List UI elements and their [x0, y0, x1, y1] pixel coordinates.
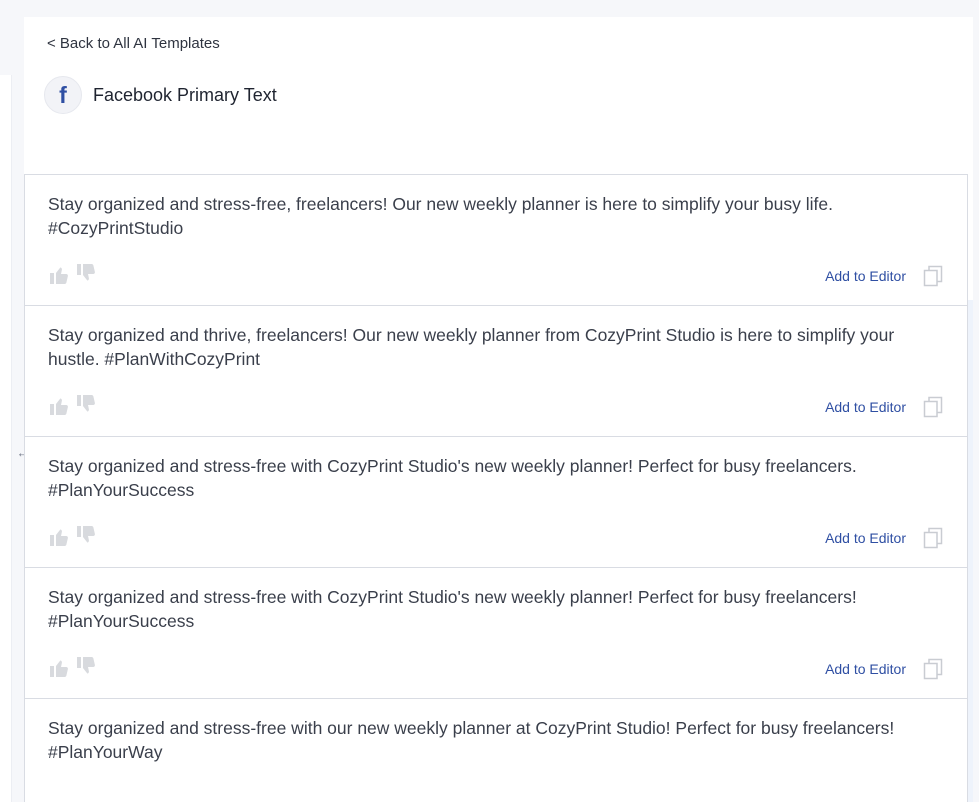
result-card: Stay organized and stress-free, freelanc… — [24, 174, 968, 306]
template-results-panel: < Back to All AI Templates f Facebook Pr… — [24, 17, 973, 802]
copy-icon[interactable] — [923, 396, 943, 418]
result-card: Stay organized and stress-free with Cozy… — [24, 567, 968, 699]
result-text: Stay organized and thrive, freelancers! … — [48, 325, 895, 369]
thumbs-up-icon[interactable] — [49, 265, 69, 285]
copy-icon[interactable] — [923, 658, 943, 680]
thumbs-up-icon[interactable] — [49, 658, 69, 678]
add-to-editor-button[interactable]: Add to Editor — [825, 399, 906, 415]
page-title: Facebook Primary Text — [93, 84, 277, 105]
left-panel-edge — [0, 75, 12, 802]
facebook-icon: f — [44, 76, 82, 114]
result-text: Stay organized and stress-free with Cozy… — [48, 456, 857, 500]
result-card: Stay organized and stress-free with our … — [24, 698, 968, 802]
thumbs-down-icon[interactable] — [76, 394, 96, 414]
copy-icon[interactable] — [923, 527, 943, 549]
thumbs-down-icon[interactable] — [76, 525, 96, 545]
result-text: Stay organized and stress-free with our … — [48, 718, 895, 762]
back-to-templates-link[interactable]: < Back to All AI Templates — [47, 35, 220, 52]
result-text: Stay organized and stress-free with Cozy… — [48, 587, 857, 631]
thumbs-up-icon[interactable] — [49, 396, 69, 416]
thumbs-down-icon[interactable] — [76, 656, 96, 676]
result-card: Stay organized and thrive, freelancers! … — [24, 305, 968, 437]
results-list: Stay organized and stress-free, freelanc… — [24, 174, 968, 802]
add-to-editor-button[interactable]: Add to Editor — [825, 661, 906, 677]
copy-icon[interactable] — [923, 265, 943, 287]
thumbs-down-icon[interactable] — [76, 263, 96, 283]
template-header: f Facebook Primary Text — [44, 76, 277, 114]
thumbs-up-icon[interactable] — [49, 527, 69, 547]
add-to-editor-button[interactable]: Add to Editor — [825, 530, 906, 546]
facebook-icon-letter: f — [59, 81, 67, 108]
result-text: Stay organized and stress-free, freelanc… — [48, 194, 833, 238]
result-card: Stay organized and stress-free with Cozy… — [24, 436, 968, 568]
add-to-editor-button[interactable]: Add to Editor — [825, 268, 906, 284]
